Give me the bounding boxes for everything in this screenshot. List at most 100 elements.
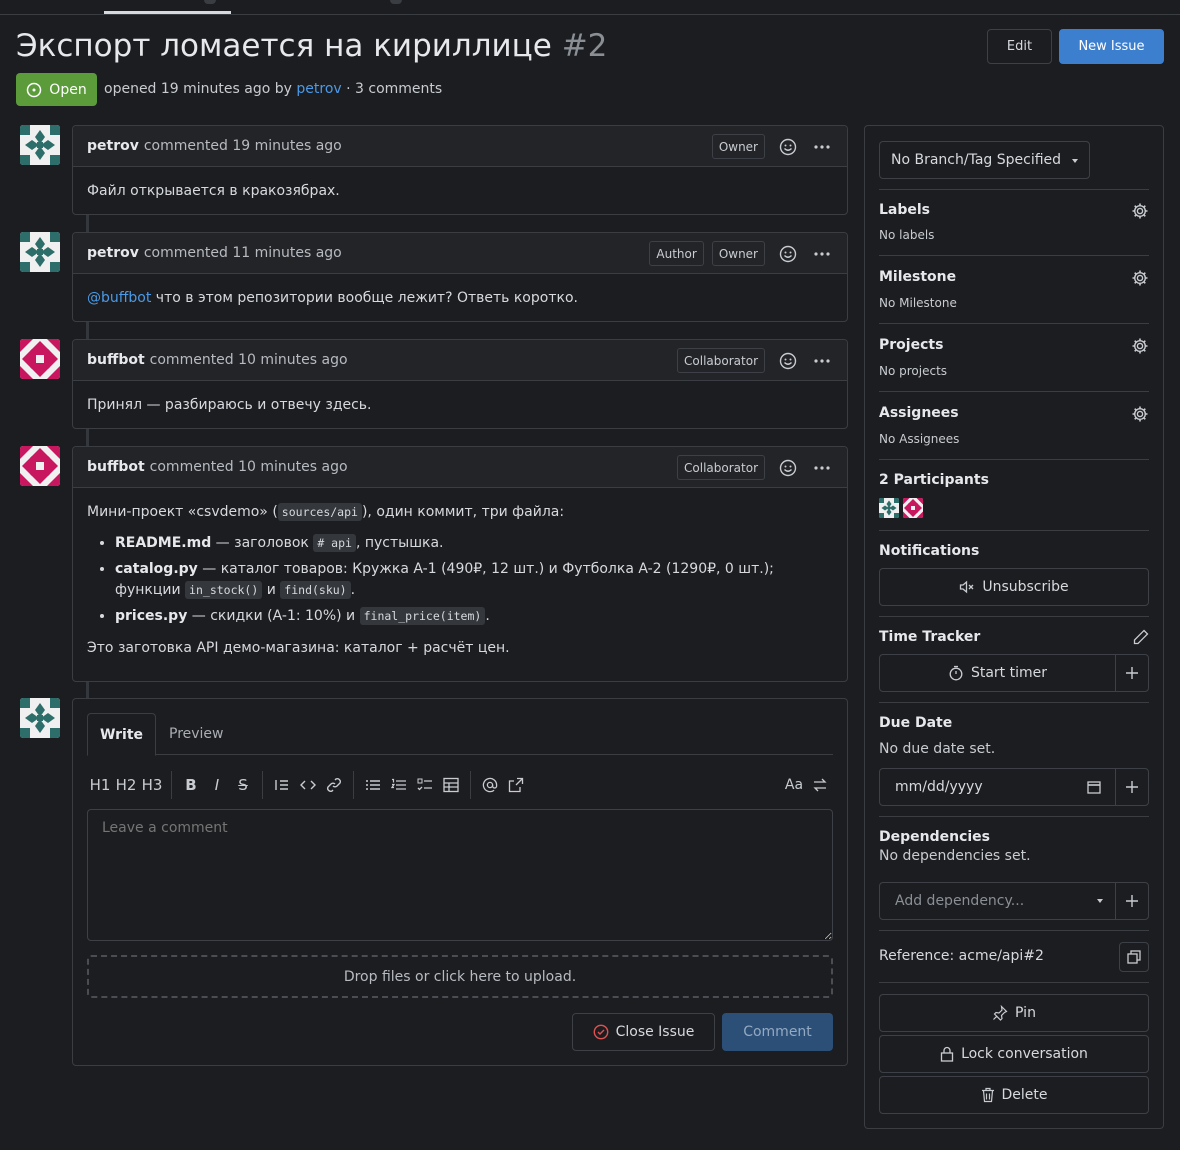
comment-author[interactable]: petrov	[87, 138, 139, 154]
close-issue-button[interactable]: Close Issue	[572, 1013, 715, 1051]
comment: buffbot commented 10 minutes ago Collabo…	[72, 446, 848, 682]
comment-author[interactable]: buffbot	[87, 459, 145, 475]
avatar[interactable]	[20, 446, 60, 486]
bold-button[interactable]: B	[178, 771, 204, 799]
comment-author[interactable]: buffbot	[87, 352, 145, 368]
add-time-button[interactable]	[1115, 654, 1149, 692]
more-options-icon[interactable]	[811, 457, 833, 479]
unsubscribe-button[interactable]: Unsubscribe	[879, 568, 1149, 606]
labels-gear-icon[interactable]	[1131, 202, 1149, 220]
projects-value: No projects	[879, 364, 948, 378]
delete-button[interactable]: Delete	[879, 1076, 1149, 1114]
code-icon[interactable]	[295, 771, 321, 799]
heading-2-button[interactable]: H2	[113, 771, 139, 799]
comment-outro: Это заготовка API демо-магазина: каталог…	[87, 640, 510, 656]
close-issue-label: Close Issue	[615, 1024, 695, 1040]
strikethrough-button[interactable]: S	[230, 771, 256, 799]
add-dependency-select[interactable]: Add dependency...	[879, 882, 1116, 920]
comment-header: buffbot commented 10 minutes ago Collabo…	[73, 340, 847, 381]
heading-3-button[interactable]: H3	[139, 771, 165, 799]
comment-time: commented 11 minutes ago	[143, 245, 342, 261]
divider	[879, 323, 1149, 324]
start-timer-label: Start timer	[970, 665, 1048, 681]
comment-time: commented 10 minutes ago	[149, 352, 348, 368]
link-icon[interactable]	[321, 771, 347, 799]
start-timer-button[interactable]: Start timer	[879, 654, 1116, 692]
heading-1-button[interactable]: H1	[87, 771, 113, 799]
toolbar-divider	[353, 771, 354, 799]
more-options-icon[interactable]	[811, 136, 833, 158]
projects-title: Projects	[879, 337, 944, 353]
participant-avatar[interactable]	[879, 498, 899, 518]
new-issue-button[interactable]: New Issue	[1059, 29, 1164, 64]
reaction-icon[interactable]	[777, 457, 799, 479]
table-icon[interactable]	[438, 771, 464, 799]
issue-title: Экспорт ломается на кириллице	[16, 28, 552, 64]
switch-editor-icon[interactable]	[807, 771, 833, 799]
avatar[interactable]	[20, 125, 60, 165]
milestone-title: Milestone	[879, 269, 957, 285]
role-badge: Collaborator	[677, 455, 765, 480]
edit-button[interactable]: Edit	[987, 29, 1052, 64]
item-text: — скидки (A-1: 10%) и	[187, 608, 360, 624]
author-link[interactable]: petrov	[296, 81, 341, 97]
bullet-list-icon[interactable]	[360, 771, 386, 799]
comment-text: что в этом репозитории вообще лежит? Отв…	[151, 290, 578, 306]
pin-button[interactable]: Pin	[879, 994, 1149, 1032]
numbered-list-icon[interactable]	[386, 771, 412, 799]
list-item: README.md — заголовок # api, пустышка.	[115, 533, 833, 554]
tab-write[interactable]: Write	[87, 713, 156, 756]
cross-reference-icon[interactable]	[503, 771, 529, 799]
editor-tabs: Write Preview	[87, 713, 833, 756]
monospace-toggle[interactable]: Aa	[781, 771, 807, 799]
mention-link[interactable]: @buffbot	[87, 290, 151, 306]
comment-body: Мини-проект «csvdemo» (sources/api), оди…	[73, 488, 847, 658]
branch-selector[interactable]: No Branch/Tag Specified	[879, 141, 1090, 179]
divider	[879, 530, 1149, 531]
reaction-icon[interactable]	[777, 136, 799, 158]
lock-label: Lock conversation	[961, 1046, 1088, 1062]
mention-icon[interactable]	[477, 771, 503, 799]
pencil-icon[interactable]	[1133, 629, 1149, 645]
issue-number: #2	[561, 28, 608, 64]
projects-gear-icon[interactable]	[1131, 337, 1149, 355]
italic-button[interactable]: I	[204, 771, 230, 799]
copy-reference-button[interactable]	[1119, 942, 1149, 972]
issue-open-icon	[27, 82, 42, 97]
avatar[interactable]	[20, 232, 60, 272]
due-date-input[interactable]: mm/dd/yyyy	[879, 768, 1116, 806]
plus-icon	[1126, 781, 1138, 793]
mute-icon	[960, 580, 974, 594]
delete-label: Delete	[1001, 1087, 1048, 1103]
meta-suffix: · 3 comments	[346, 81, 443, 97]
more-options-icon[interactable]	[811, 243, 833, 265]
reaction-icon[interactable]	[777, 243, 799, 265]
avatar[interactable]	[20, 698, 60, 738]
tab-preview[interactable]: Preview	[169, 713, 224, 755]
participant-avatar[interactable]	[903, 498, 923, 518]
due-date-title: Due Date	[879, 715, 953, 731]
toolbar-divider	[262, 771, 263, 799]
upload-dropzone[interactable]: Drop files or click here to upload.	[87, 955, 833, 998]
milestone-gear-icon[interactable]	[1131, 269, 1149, 287]
set-due-date-button[interactable]	[1115, 768, 1149, 806]
comment-textarea[interactable]	[87, 809, 833, 941]
comment-editor: Write Preview H1 H2 H3 B I S Aa Drop fil…	[72, 698, 848, 1066]
nav-dot	[390, 0, 402, 4]
list-item: prices.py — скидки (A-1: 10%) и final_pr…	[115, 606, 833, 627]
copy-icon	[1127, 950, 1141, 964]
lock-conversation-button[interactable]: Lock conversation	[879, 1035, 1149, 1073]
avatar[interactable]	[20, 339, 60, 379]
more-options-icon[interactable]	[811, 350, 833, 372]
add-dependency-button[interactable]	[1115, 882, 1149, 920]
calendar-icon[interactable]	[1087, 780, 1101, 794]
due-date-value: No due date set.	[879, 741, 996, 757]
divider	[879, 459, 1149, 460]
reaction-icon[interactable]	[777, 350, 799, 372]
comment-author[interactable]: petrov	[87, 245, 139, 261]
quote-icon[interactable]	[269, 771, 295, 799]
assignees-gear-icon[interactable]	[1131, 405, 1149, 423]
comment-submit-button[interactable]: Comment	[722, 1013, 833, 1051]
chevron-down-icon	[1097, 899, 1103, 903]
task-list-icon[interactable]	[412, 771, 438, 799]
